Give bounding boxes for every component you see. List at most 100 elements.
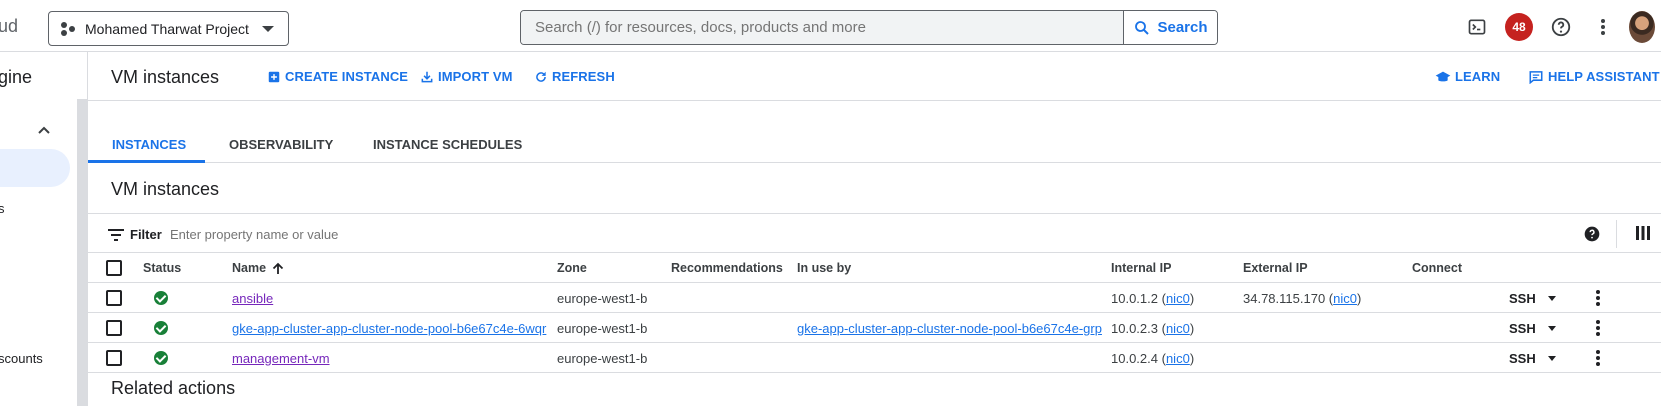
ssh-button[interactable]: SSH bbox=[1509, 291, 1536, 306]
tab-observability[interactable]: OBSERVABILITY bbox=[229, 137, 333, 152]
learn-label: LEARN bbox=[1455, 69, 1501, 84]
status-running-icon bbox=[154, 321, 168, 335]
table-header-row: Status Name Zone Recommendations In use … bbox=[88, 253, 1661, 283]
notification-count: 48 bbox=[1505, 13, 1533, 41]
zone-cell: europe-west1-b bbox=[557, 291, 648, 306]
tab-bar: INSTANCES OBSERVABILITY INSTANCE SCHEDUL… bbox=[88, 101, 1661, 163]
col-external-ip[interactable]: External IP bbox=[1243, 261, 1308, 275]
import-vm-label: IMPORT VM bbox=[438, 69, 513, 84]
search-button[interactable]: Search bbox=[1123, 11, 1217, 44]
search-input[interactable] bbox=[521, 11, 1123, 44]
create-instance-button[interactable]: CREATE INSTANCE bbox=[267, 69, 408, 84]
chevron-up-icon[interactable] bbox=[37, 122, 51, 140]
instance-name-link[interactable]: management-vm bbox=[232, 351, 330, 366]
refresh-button[interactable]: REFRESH bbox=[534, 69, 615, 84]
active-tab-indicator bbox=[88, 160, 205, 163]
zone-cell: europe-west1-b bbox=[557, 351, 648, 366]
select-all-checkbox[interactable] bbox=[106, 260, 122, 276]
col-recommendations[interactable]: Recommendations bbox=[671, 261, 783, 275]
instance-name-link[interactable]: ansible bbox=[232, 291, 273, 306]
col-zone[interactable]: Zone bbox=[557, 261, 587, 275]
row-more-icon[interactable] bbox=[1596, 320, 1600, 336]
nav-scrollbar[interactable] bbox=[77, 99, 87, 406]
nic-link[interactable]: nic0 bbox=[1166, 291, 1190, 306]
refresh-icon bbox=[536, 71, 546, 82]
tab-instance-schedules[interactable]: INSTANCE SCHEDULES bbox=[373, 137, 522, 152]
table-row: gke-app-cluster-app-cluster-node-pool-b6… bbox=[88, 313, 1661, 343]
more-vert-icon[interactable] bbox=[1587, 11, 1619, 43]
row-checkbox[interactable] bbox=[106, 350, 122, 366]
left-nav: gine s scounts bbox=[0, 52, 88, 406]
page-title: VM instances bbox=[111, 67, 220, 87]
add-box-icon bbox=[268, 71, 280, 82]
notifications-badge[interactable]: 48 bbox=[1503, 11, 1535, 43]
top-icons: 48 bbox=[1451, 11, 1661, 43]
nav-item-selected[interactable] bbox=[0, 149, 70, 187]
global-search: Search bbox=[520, 10, 1218, 45]
instance-name-link[interactable]: gke-app-cluster-app-cluster-node-pool-b6… bbox=[232, 321, 546, 336]
column-display-icon[interactable] bbox=[1636, 226, 1650, 245]
product-title: gine bbox=[0, 67, 33, 87]
internal-ip-cell: 10.0.1.2 (nic0) bbox=[1111, 291, 1195, 306]
row-checkbox[interactable] bbox=[106, 320, 122, 336]
external-ip-cell: 34.78.115.170 (nic0) bbox=[1243, 291, 1362, 306]
arrow-up-icon bbox=[272, 262, 284, 274]
status-running-icon bbox=[154, 351, 168, 365]
help-assistant-label: HELP ASSISTANT bbox=[1548, 69, 1660, 84]
learn-button[interactable]: LEARN bbox=[1435, 69, 1500, 84]
create-instance-label: CREATE INSTANCE bbox=[285, 69, 409, 84]
nav-item-service-accounts[interactable]: scounts bbox=[0, 351, 43, 366]
import-vm-button[interactable]: IMPORT VM bbox=[420, 69, 513, 84]
brand-fragment[interactable]: ud bbox=[0, 16, 18, 37]
table-row: management-vm europe-west1-b 10.0.2.4 (n… bbox=[88, 343, 1661, 373]
project-dots-icon bbox=[61, 21, 75, 36]
project-picker[interactable]: Mohamed Tharwat Project bbox=[48, 11, 289, 46]
row-checkbox[interactable] bbox=[106, 290, 122, 306]
filter-label: Filter bbox=[130, 227, 162, 242]
related-actions-title: Related actions bbox=[111, 378, 236, 398]
help-icon[interactable] bbox=[1545, 11, 1577, 43]
section-title: VM instances bbox=[111, 179, 220, 199]
in-use-by-link[interactable]: gke-app-cluster-app-cluster-node-pool-b6… bbox=[797, 321, 1102, 336]
search-button-label: Search bbox=[1157, 19, 1208, 36]
tab-instances[interactable]: INSTANCES bbox=[112, 137, 186, 152]
filter-list-icon bbox=[108, 228, 124, 241]
ssh-button[interactable]: SSH bbox=[1509, 351, 1536, 366]
filter-button[interactable]: Filter bbox=[108, 227, 162, 242]
help-assistant-button[interactable]: HELP ASSISTANT bbox=[1528, 69, 1660, 84]
col-name[interactable]: Name bbox=[232, 261, 284, 275]
project-name: Mohamed Tharwat Project bbox=[85, 20, 249, 37]
page-header: VM instances CREATE INSTANCE IMPORT VM R… bbox=[88, 52, 1661, 101]
table-row: ansible europe-west1-b 10.0.1.2 (nic0) 3… bbox=[88, 283, 1661, 313]
nic-link[interactable]: nic0 bbox=[1333, 291, 1357, 306]
ssh-dropdown-icon[interactable] bbox=[1548, 356, 1556, 361]
filter-input[interactable] bbox=[170, 221, 870, 247]
ssh-dropdown-icon[interactable] bbox=[1548, 326, 1556, 331]
ssh-dropdown-icon[interactable] bbox=[1548, 296, 1556, 301]
cloud-shell-icon[interactable] bbox=[1461, 11, 1493, 43]
col-status[interactable]: Status bbox=[143, 261, 181, 275]
ssh-button[interactable]: SSH bbox=[1509, 321, 1536, 336]
col-name-label: Name bbox=[232, 261, 267, 275]
status-running-icon bbox=[154, 291, 168, 305]
school-icon bbox=[1435, 71, 1451, 81]
internal-ip-cell: 10.0.2.3 (nic0) bbox=[1111, 321, 1195, 336]
col-connect[interactable]: Connect bbox=[1412, 261, 1462, 275]
search-icon bbox=[1135, 20, 1150, 35]
internal-ip-cell: 10.0.2.4 (nic0) bbox=[1111, 351, 1195, 366]
col-internal-ip[interactable]: Internal IP bbox=[1111, 261, 1171, 275]
nav-item[interactable]: s bbox=[0, 201, 5, 216]
avatar[interactable] bbox=[1629, 11, 1661, 43]
download-icon bbox=[421, 71, 433, 82]
nic-link[interactable]: nic0 bbox=[1166, 321, 1190, 336]
help-circle-icon[interactable] bbox=[1584, 226, 1600, 247]
zone-cell: europe-west1-b bbox=[557, 321, 648, 336]
chat-icon bbox=[1529, 70, 1543, 84]
row-more-icon[interactable] bbox=[1596, 290, 1600, 306]
top-bar: ud Mohamed Tharwat Project Search 48 bbox=[0, 0, 1661, 52]
row-more-icon[interactable] bbox=[1596, 350, 1600, 366]
refresh-label: REFRESH bbox=[552, 69, 615, 84]
nic-link[interactable]: nic0 bbox=[1166, 351, 1190, 366]
divider bbox=[1616, 220, 1617, 248]
col-in-use-by[interactable]: In use by bbox=[797, 261, 851, 275]
